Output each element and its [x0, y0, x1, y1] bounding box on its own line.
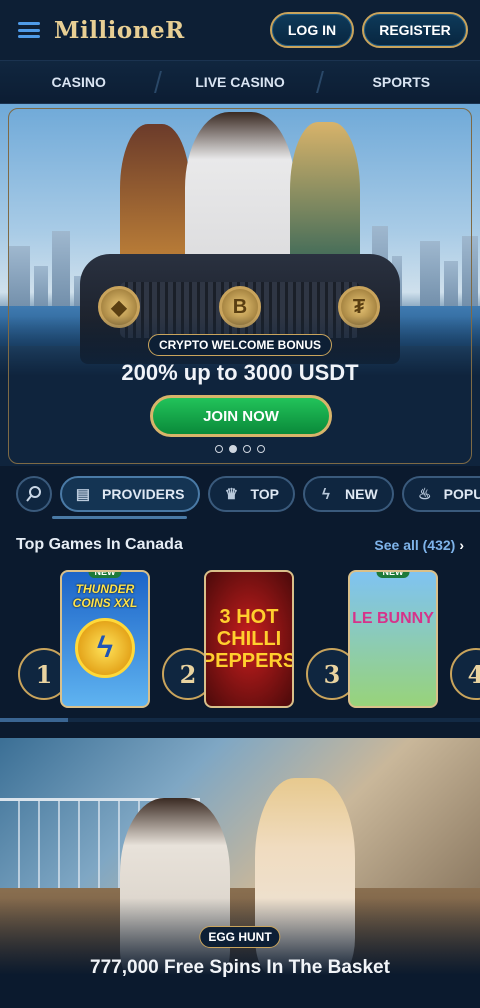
promo-banner[interactable]: EGG HUNT 777,000 Free Spins In The Baske…	[0, 738, 480, 1008]
carousel-dot-active[interactable]	[229, 445, 237, 453]
join-now-button[interactable]: JOIN NOW	[150, 395, 332, 437]
carousel-scrollbar[interactable]	[0, 718, 480, 722]
auth-buttons: LOG IN REGISTER	[270, 12, 468, 48]
page: MillioneR LOG IN REGISTER CASINO LIVE CA…	[0, 0, 480, 1008]
rank-badge: 4	[450, 648, 480, 700]
chevron-right-icon: ›	[459, 537, 464, 553]
active-filter-indicator	[52, 516, 187, 519]
filter-providers[interactable]: ▤ PROVIDERS	[60, 476, 201, 512]
game-card-hot-chilli-peppers[interactable]: 3 HOT CHILLI PEPPERS	[204, 570, 294, 708]
hero-title: 200% up to 3000 USDT	[121, 360, 359, 385]
carousel-dot[interactable]	[215, 445, 223, 453]
filter-bar: ▤ PROVIDERS ♛ TOP ϟ NEW ♨ POPUL	[16, 476, 480, 512]
lightning-icon: ϟ	[75, 618, 135, 678]
top-games-title: Top Games In Canada	[16, 536, 183, 553]
lightning-icon: ϟ	[322, 485, 330, 503]
carousel-dots	[0, 445, 480, 453]
hero-banner[interactable]: ◆ B ₮ CRYPTO WELCOME BONUS 200% up to 30…	[0, 104, 480, 466]
fire-icon: ♨	[417, 486, 432, 503]
filter-label: PROVIDERS	[102, 486, 185, 502]
game-title: THUNDER COINS XXL	[72, 582, 138, 610]
top-games-carousel[interactable]: 1 NEW THUNDER COINS XXL ϟ 2 3 HOT CHILLI…	[0, 568, 480, 708]
see-all-label: See all (432)	[374, 537, 456, 553]
game-title: 3 HOT CHILLI PEPPERS	[204, 606, 294, 672]
book-icon: ▤	[75, 486, 91, 503]
new-badge: NEW	[88, 572, 122, 578]
game-card-le-bunny[interactable]: NEW LE BUNNY	[348, 570, 438, 708]
filter-top[interactable]: ♛ TOP	[208, 476, 295, 512]
filter-label: NEW	[345, 486, 378, 502]
nav-item-live-casino[interactable]: LIVE CASINO	[161, 74, 318, 90]
top-games-header: Top Games In Canada See all (432) ›	[16, 536, 464, 554]
main-nav: CASINO LIVE CASINO SPORTS	[0, 60, 480, 104]
filter-new[interactable]: ϟ NEW	[303, 476, 394, 512]
game-title: LE BUNNY	[352, 610, 434, 627]
carousel-dot[interactable]	[257, 445, 265, 453]
game-card-thunder-coins[interactable]: NEW THUNDER COINS XXL ϟ	[60, 570, 150, 708]
logo[interactable]: MillioneR	[54, 17, 185, 44]
carousel-dot[interactable]	[243, 445, 251, 453]
login-button[interactable]: LOG IN	[270, 12, 354, 48]
filter-label: TOP	[250, 486, 279, 502]
promo-overlay	[0, 898, 480, 1008]
crown-icon: ♛	[224, 486, 239, 503]
filter-label: POPUL	[443, 486, 480, 502]
register-button[interactable]: REGISTER	[362, 12, 468, 48]
carousel-scroll-thumb[interactable]	[0, 718, 68, 722]
bonus-tag: CRYPTO WELCOME BONUS	[147, 334, 333, 356]
see-all-link[interactable]: See all (432) ›	[374, 537, 464, 553]
filter-popular[interactable]: ♨ POPUL	[401, 476, 480, 512]
new-badge: NEW	[376, 572, 410, 578]
promo-tag: EGG HUNT	[199, 926, 281, 948]
menu-icon[interactable]	[18, 22, 40, 38]
promo-title: 777,000 Free Spins In The Basket	[90, 957, 390, 978]
nav-item-casino[interactable]: CASINO	[0, 74, 157, 90]
nav-item-sports[interactable]: SPORTS	[323, 74, 480, 90]
search-icon	[26, 486, 41, 502]
search-button[interactable]	[16, 476, 52, 512]
top-header: MillioneR LOG IN REGISTER	[0, 0, 480, 60]
